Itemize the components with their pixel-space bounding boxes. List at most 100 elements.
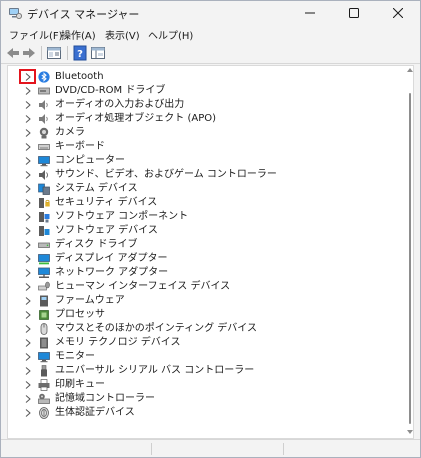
scroll-up-arrow-icon[interactable] (406, 67, 414, 73)
tree-item-memory-technology[interactable]: メモリ テクノロジ デバイス (8, 336, 403, 350)
chevron-right-icon[interactable] (24, 115, 32, 123)
tree-item-label: マウスとそのほかのポインティング デバイス (55, 323, 257, 334)
tree-item-disk-drives[interactable]: ディスク ドライブ (8, 238, 403, 252)
scroll-down-arrow-icon[interactable] (406, 429, 414, 435)
memory-technology-icon (40, 337, 48, 349)
security-devices-icon (39, 198, 50, 208)
back-arrow-icon[interactable] (5, 45, 21, 61)
chevron-right-icon[interactable] (24, 353, 32, 361)
tree-item-bluetooth[interactable]: Bluetooth (8, 70, 403, 84)
tree-item-audio-io[interactable]: オーディオの入力および出力 (8, 98, 403, 112)
window-title: デバイス マネージャー (27, 8, 140, 21)
chevron-right-icon[interactable] (24, 87, 32, 95)
chevron-right-icon[interactable] (24, 171, 32, 179)
maximize-button[interactable] (332, 1, 376, 25)
minimize-button[interactable] (288, 1, 332, 25)
tree-item-storage-controllers[interactable]: 記憶域コントローラー (8, 392, 403, 406)
highlight-marker (19, 69, 36, 84)
help-icon[interactable]: ? (72, 45, 88, 61)
menu-file[interactable]: ファイル(F) (9, 27, 63, 42)
chevron-right-icon[interactable] (24, 381, 32, 389)
tree-item-label: Bluetooth (55, 71, 104, 82)
tree-item-label: DVD/CD-ROM ドライブ (55, 85, 166, 96)
tree-item-print-queues[interactable]: 印刷キュー (8, 378, 403, 392)
tree-item-label: 生体認証デバイス (55, 407, 135, 418)
menu-bar: ファイル(F) 操作(A) 表示(V) ヘルプ(H) (1, 25, 420, 43)
chevron-right-icon[interactable] (24, 367, 32, 375)
tree-item-processors[interactable]: プロセッサ (8, 308, 403, 322)
chevron-right-icon[interactable] (24, 129, 32, 137)
console-tree-icon[interactable] (90, 45, 106, 61)
chevron-right-icon[interactable] (24, 185, 32, 193)
scrollbar-thumb[interactable] (409, 93, 411, 424)
tree-item-display-adapters[interactable]: ディスプレイ アダプター (8, 252, 403, 266)
chevron-right-icon[interactable] (24, 227, 32, 235)
chevron-right-icon[interactable] (24, 143, 32, 151)
chevron-right-icon[interactable] (24, 409, 32, 417)
tree-item-label: 記憶域コントローラー (55, 393, 155, 404)
hid-icon (38, 281, 50, 291)
chevron-right-icon[interactable] (24, 199, 32, 207)
tree-item-sound-video-game[interactable]: サウンド、ビデオ、およびゲーム コントローラー (8, 168, 403, 182)
chevron-right-icon[interactable] (24, 395, 32, 403)
tree-item-monitors[interactable]: モニター (8, 350, 403, 364)
chevron-right-icon[interactable] (24, 311, 32, 319)
menu-view[interactable]: 表示(V) (105, 27, 140, 42)
chevron-right-icon[interactable] (24, 101, 32, 109)
toolbar-separator (41, 46, 42, 60)
tree-item-label: オーディオ処理オブジェクト (APO) (55, 113, 217, 124)
forward-arrow-icon[interactable] (21, 45, 37, 61)
tree-item-biometric[interactable]: 生体認証デバイス (8, 406, 403, 420)
properties-pane-icon[interactable] (46, 45, 62, 61)
tree-item-apo[interactable]: オーディオ処理オブジェクト (APO) (8, 112, 403, 126)
tree-item-label: ディスプレイ アダプター (55, 253, 168, 264)
device-tree: Bluetooth DVD/CD-ROM ドライブ オーディオの入力および出力 (7, 65, 414, 439)
tree-item-usb[interactable]: ユニバーサル シリアル バス コントローラー (8, 364, 403, 378)
chevron-right-icon[interactable] (24, 157, 32, 165)
network-adapter-icon (38, 267, 50, 278)
tree-item-camera[interactable]: カメラ (8, 126, 403, 140)
tree-item-hid[interactable]: ヒューマン インターフェイス デバイス (8, 280, 403, 294)
chevron-right-icon[interactable] (24, 283, 32, 291)
tree-item-label: ディスク ドライブ (55, 239, 138, 250)
tree-item-firmware[interactable]: ファームウェア (8, 294, 403, 308)
chevron-right-icon[interactable] (24, 241, 32, 249)
chevron-right-icon[interactable] (24, 325, 32, 333)
menu-action[interactable]: 操作(A) (61, 27, 96, 42)
device-manager-app-icon (9, 8, 22, 19)
tree-item-software-devices[interactable]: ソフトウェア デバイス (8, 224, 403, 238)
tree-item-label: メモリ テクノロジ デバイス (55, 337, 181, 348)
tree-item-mouse[interactable]: マウスとそのほかのポインティング デバイス (8, 322, 403, 336)
biometric-icon (39, 407, 49, 419)
disk-drive-icon (38, 242, 50, 248)
processor-icon (39, 310, 49, 320)
device-manager-window: デバイス マネージャー ファイル(F) 操作(A) 表示(V) ヘルプ(H) ?… (0, 0, 421, 458)
chevron-right-icon[interactable] (24, 269, 32, 277)
status-divider (283, 443, 284, 455)
tree-item-label: システム デバイス (55, 183, 138, 194)
tree-item-computer[interactable]: コンピューター (8, 154, 403, 168)
firmware-icon (40, 295, 48, 307)
software-device-icon (39, 226, 50, 236)
svg-text:?: ? (77, 49, 83, 60)
tree-item-security-devices[interactable]: セキュリティ デバイス (8, 196, 403, 210)
chevron-right-icon[interactable] (24, 297, 32, 305)
toolbar: ? (1, 43, 420, 64)
tree-item-dvd-cdrom[interactable]: DVD/CD-ROM ドライブ (8, 84, 403, 98)
status-bar (1, 439, 420, 457)
chevron-right-icon[interactable] (24, 255, 32, 263)
tree-item-system-devices[interactable]: システム デバイス (8, 182, 403, 196)
tree-item-label: ファームウェア (55, 295, 125, 306)
tree-item-software-components[interactable]: ソフトウェア コンポーネント (8, 210, 403, 224)
tree-item-keyboard[interactable]: キーボード (8, 140, 403, 154)
menu-help[interactable]: ヘルプ(H) (148, 27, 193, 42)
chevron-right-icon[interactable] (24, 213, 32, 221)
tree-item-label: コンピューター (55, 155, 125, 166)
tree-item-network-adapters[interactable]: ネットワーク アダプター (8, 266, 403, 280)
print-queue-icon (38, 379, 50, 391)
tree-item-label: モニター (55, 351, 95, 362)
close-button[interactable] (376, 1, 420, 25)
keyboard-icon (38, 144, 50, 150)
chevron-right-icon[interactable] (24, 339, 32, 347)
tree-item-label: オーディオの入力および出力 (55, 99, 185, 110)
